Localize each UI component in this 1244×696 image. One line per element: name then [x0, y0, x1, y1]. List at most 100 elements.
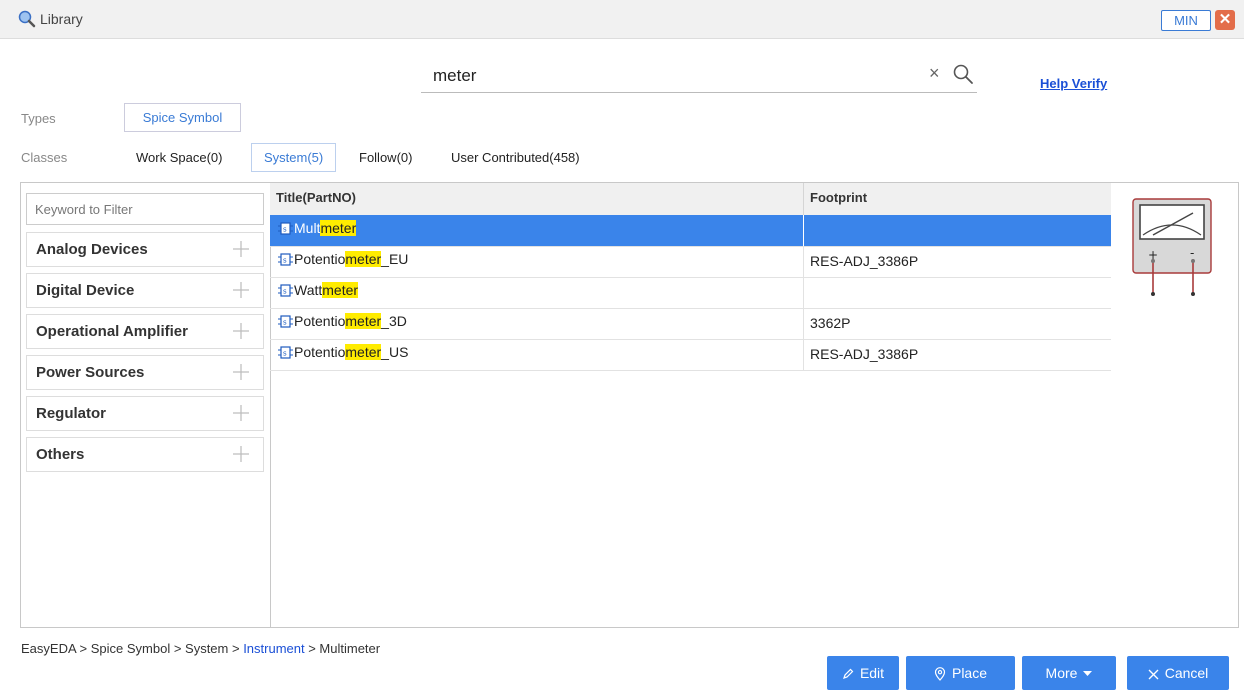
expand-plus-icon[interactable] — [232, 363, 250, 381]
spice-part-icon: s — [278, 346, 293, 359]
expand-plus-icon[interactable] — [232, 322, 250, 340]
breadcrumb-current: > Multimeter — [304, 641, 381, 656]
category-label: Digital Device — [36, 282, 135, 299]
svg-text:s: s — [283, 319, 287, 327]
title-bar: Library MIN ✕ — [0, 0, 1244, 39]
column-divider — [803, 183, 804, 215]
place-label: Place — [951, 665, 988, 681]
pencil-icon — [842, 668, 854, 680]
table-row[interactable]: s Potentiometer_3D 3362P — [270, 308, 1111, 340]
types-label: Types — [21, 111, 56, 126]
breadcrumb-path: EasyEDA > Spice Symbol > System > — [21, 641, 244, 656]
place-button[interactable]: Place — [906, 656, 1015, 690]
svg-text:s: s — [283, 257, 287, 265]
part-title: Potentiometer_3D — [294, 313, 407, 329]
category-sidebar: Analog Devices Digital Device Operationa… — [21, 183, 271, 627]
symbol-preview: + - — [1111, 183, 1238, 627]
caret-down-icon — [1083, 671, 1093, 677]
expand-plus-icon[interactable] — [232, 240, 250, 258]
category-label: Analog Devices — [36, 241, 148, 258]
category-regulator[interactable]: Regulator — [26, 396, 264, 431]
close-icon — [1148, 669, 1159, 680]
category-label: Others — [36, 446, 85, 463]
title-match: meter — [345, 344, 382, 360]
category-others[interactable]: Others — [26, 437, 264, 472]
category-label: Operational Amplifier — [36, 323, 188, 340]
more-label: More — [1045, 665, 1078, 681]
title-prefix: Potentio — [294, 344, 346, 360]
close-button[interactable]: ✕ — [1215, 10, 1235, 30]
minus-terminal-label: - — [1190, 246, 1194, 260]
svg-text:s: s — [283, 350, 287, 358]
search-icon[interactable] — [952, 63, 974, 85]
title-prefix: Potentio — [294, 313, 346, 329]
multimeter-symbol-preview: + - — [1132, 198, 1212, 296]
part-title: Wattmeter — [294, 282, 359, 298]
spice-part-icon: s — [278, 253, 293, 266]
location-pin-icon — [934, 667, 946, 682]
table-row[interactable]: s Multmeter — [270, 215, 1111, 247]
part-title: Multmeter — [294, 220, 357, 236]
category-power-sources[interactable]: Power Sources — [26, 355, 264, 390]
column-header-footprint[interactable]: Footprint — [810, 190, 867, 205]
table-row[interactable]: s Wattmeter — [270, 277, 1111, 309]
part-footprint: 3362P — [810, 315, 851, 331]
expand-plus-icon[interactable] — [232, 404, 250, 422]
keyword-filter-input[interactable] — [26, 193, 264, 225]
svg-text:s: s — [283, 226, 287, 234]
class-user-contributed[interactable]: User Contributed(458) — [451, 150, 580, 165]
cell-divider — [803, 215, 804, 246]
window-title: Library — [40, 11, 83, 27]
edit-label: Edit — [859, 665, 885, 681]
title-match: meter — [345, 251, 382, 267]
spice-part-icon: s — [278, 222, 293, 235]
category-label: Regulator — [36, 405, 107, 422]
part-title: Potentiometer_EU — [294, 251, 408, 267]
breadcrumb-instrument-link[interactable]: Instrument — [243, 641, 304, 656]
part-title: Potentiometer_US — [294, 344, 408, 360]
expand-plus-icon[interactable] — [232, 281, 250, 299]
title-prefix: Mult — [294, 220, 321, 236]
part-footprint: RES-ADJ_3386P — [810, 346, 919, 362]
library-panel: Analog Devices Digital Device Operationa… — [20, 182, 1239, 628]
more-button[interactable]: More — [1022, 656, 1116, 690]
classes-label: Classes — [21, 150, 68, 165]
search-icon — [18, 10, 36, 28]
class-workspace[interactable]: Work Space(0) — [136, 150, 222, 165]
title-suffix: _US — [381, 344, 409, 360]
expand-plus-icon[interactable] — [232, 445, 250, 463]
cancel-label: Cancel — [1164, 665, 1209, 681]
title-prefix: Potentio — [294, 251, 346, 267]
minimize-button[interactable]: MIN — [1161, 10, 1211, 31]
class-follow[interactable]: Follow(0) — [359, 150, 412, 165]
clear-icon[interactable]: × — [929, 63, 940, 84]
title-suffix: _EU — [381, 251, 409, 267]
class-system[interactable]: System(5) — [251, 143, 337, 172]
search-input[interactable] — [431, 63, 915, 89]
spice-part-icon: s — [278, 284, 293, 297]
table-row[interactable]: s Potentiometer_EU RES-ADJ_3386P — [270, 246, 1111, 278]
type-spice-symbol[interactable]: Spice Symbol — [124, 103, 241, 132]
title-match: meter — [322, 282, 359, 298]
part-footprint: RES-ADJ_3386P — [810, 253, 919, 269]
column-header-title[interactable]: Title(PartNO) — [276, 190, 356, 205]
title-suffix: _3D — [381, 313, 407, 329]
category-digital-device[interactable]: Digital Device — [26, 273, 264, 308]
cancel-button[interactable]: Cancel — [1127, 656, 1229, 690]
breadcrumb: EasyEDA > Spice Symbol > System > Instru… — [21, 641, 380, 656]
category-operational-amplifier[interactable]: Operational Amplifier — [26, 314, 264, 349]
title-match: meter — [320, 220, 357, 236]
cell-divider — [803, 339, 804, 370]
title-match: meter — [345, 313, 382, 329]
svg-text:s: s — [283, 288, 287, 296]
title-prefix: Watt — [294, 282, 323, 298]
category-analog-devices[interactable]: Analog Devices — [26, 232, 264, 267]
table-row[interactable]: s Potentiometer_US RES-ADJ_3386P — [270, 339, 1111, 371]
edit-button[interactable]: Edit — [827, 656, 899, 690]
spice-part-icon: s — [278, 315, 293, 328]
cell-divider — [803, 308, 804, 339]
search-box: × — [421, 59, 977, 93]
help-verify-link[interactable]: Help Verify — [1040, 76, 1107, 91]
table-header: Title(PartNO) Footprint — [270, 183, 1111, 216]
cell-divider — [803, 277, 804, 308]
